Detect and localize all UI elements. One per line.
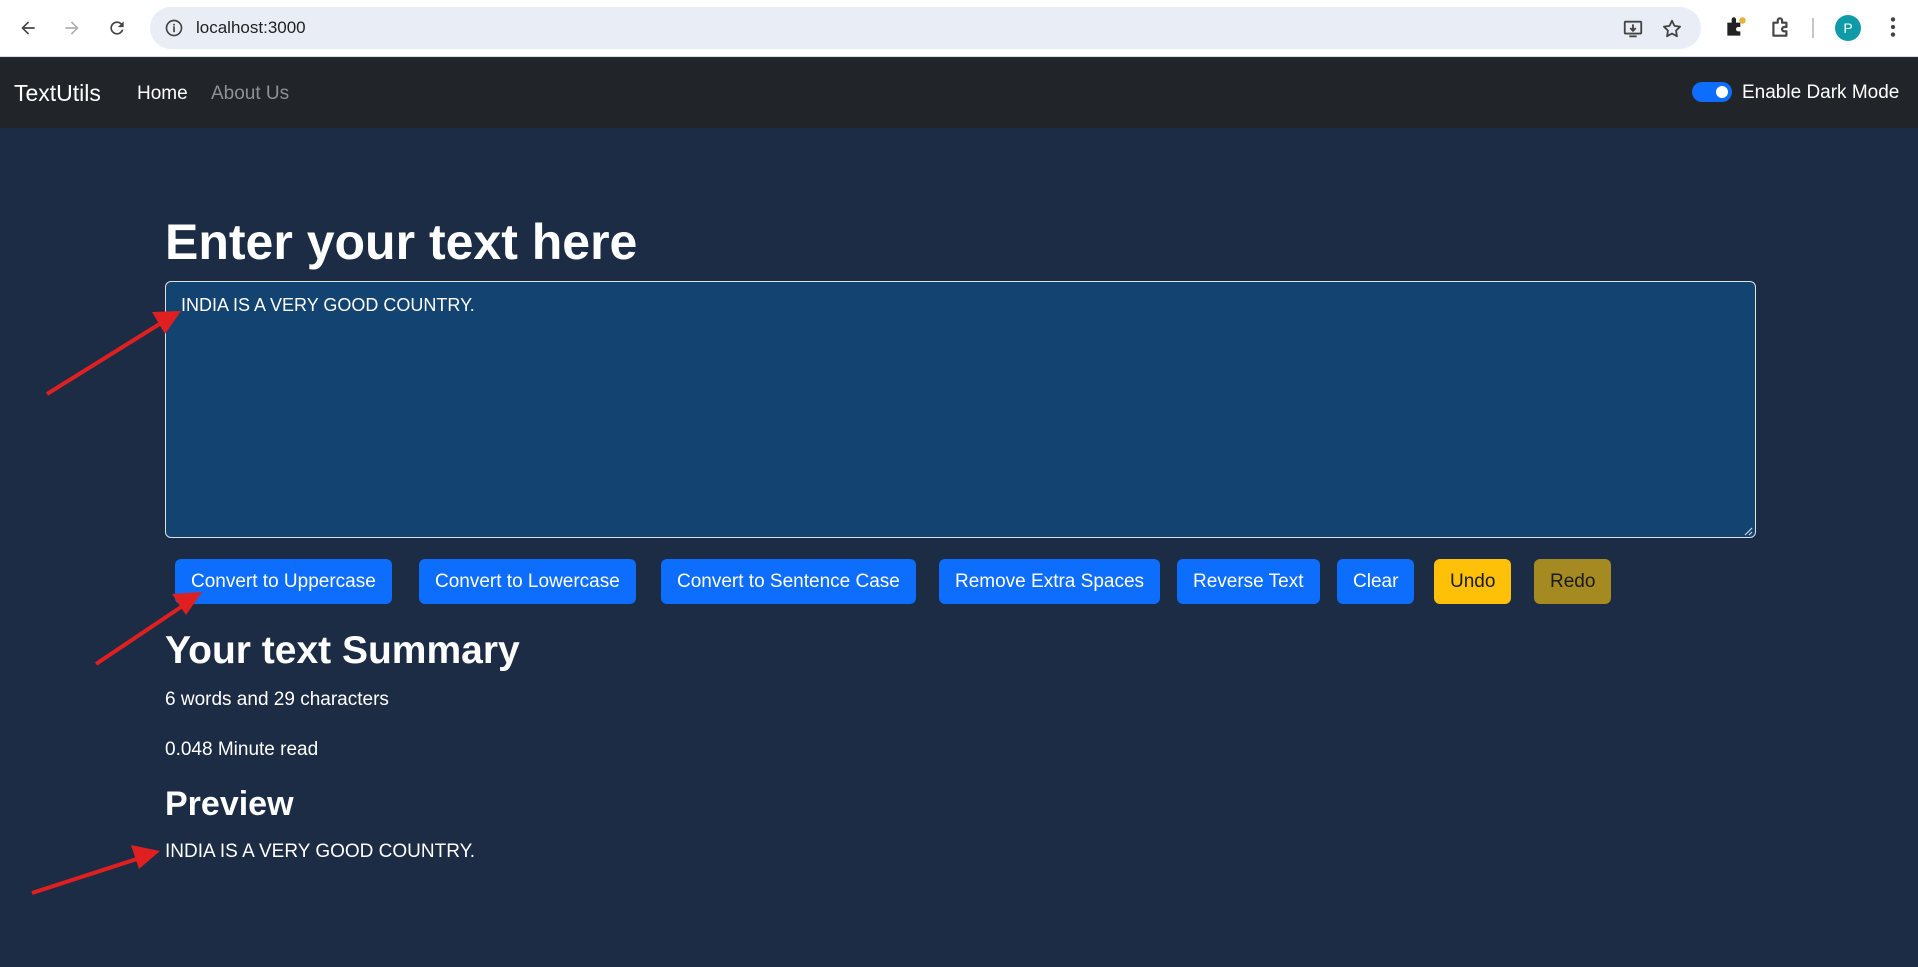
word-char-count: 6 words and 29 characters	[165, 689, 389, 710]
back-icon[interactable]	[12, 12, 44, 44]
undo-button[interactable]: Undo	[1434, 559, 1512, 604]
forward-icon[interactable]	[56, 12, 88, 44]
profile-avatar[interactable]: P	[1835, 15, 1861, 41]
url-text[interactable]: localhost:3000	[196, 18, 306, 38]
more-menu-icon[interactable]	[1880, 14, 1906, 40]
extension-puzzle-dark-icon[interactable]	[1723, 14, 1749, 40]
address-bar[interactable]: localhost:3000	[150, 7, 1701, 49]
preview-text: INDIA IS A VERY GOOD COUNTRY.	[165, 841, 476, 862]
preview-heading: Preview	[165, 785, 294, 823]
read-time: 0.048 Minute read	[165, 739, 319, 760]
brand-logo[interactable]: TextUtils	[14, 80, 101, 107]
nav-about-link[interactable]: About Us	[211, 83, 289, 105]
site-info-icon[interactable]	[164, 18, 184, 38]
resize-handle-icon[interactable]	[1743, 526, 1753, 536]
toggle-knob	[1716, 86, 1728, 98]
toolbar-divider	[1812, 18, 1814, 38]
sentence-case-button[interactable]: Convert to Sentence Case	[661, 559, 916, 604]
redo-button[interactable]: Redo	[1534, 559, 1612, 604]
browser-toolbar: localhost:3000 P	[0, 0, 1918, 57]
install-app-icon[interactable]	[1622, 18, 1644, 40]
annotation-arrow-textarea	[45, 311, 181, 396]
dark-mode-toggle[interactable]	[1692, 82, 1732, 102]
extensions-icon[interactable]	[1768, 14, 1794, 40]
reload-icon[interactable]	[101, 12, 133, 44]
reverse-text-button[interactable]: Reverse Text	[1177, 559, 1320, 604]
clear-button[interactable]: Clear	[1337, 559, 1415, 604]
summary-heading: Your text Summary	[165, 629, 520, 672]
app-navbar: TextUtils Home About Us Enable Dark Mode	[0, 58, 1918, 128]
page-heading: Enter your text here	[165, 214, 638, 270]
remove-spaces-button[interactable]: Remove Extra Spaces	[939, 559, 1161, 604]
dark-mode-label[interactable]: Enable Dark Mode	[1742, 82, 1899, 104]
annotation-arrow-preview	[31, 845, 160, 895]
bookmark-star-icon[interactable]	[1661, 18, 1683, 40]
lowercase-button[interactable]: Convert to Lowercase	[419, 559, 636, 604]
text-input[interactable]: INDIA IS A VERY GOOD COUNTRY.	[165, 281, 1756, 538]
uppercase-button[interactable]: Convert to Uppercase	[175, 559, 392, 604]
nav-home-link[interactable]: Home	[137, 83, 188, 105]
